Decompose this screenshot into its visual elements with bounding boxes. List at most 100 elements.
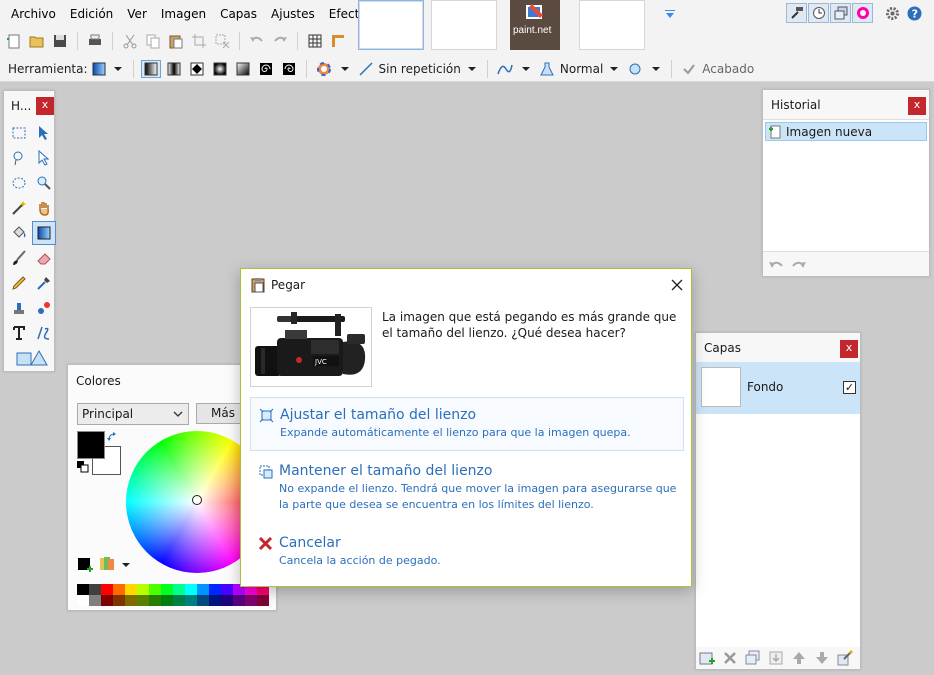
finish-label[interactable]: Acabado	[702, 62, 754, 76]
palette-swatch[interactable]	[125, 584, 137, 595]
palette-menu-icon[interactable]	[99, 556, 115, 572]
palette-swatch[interactable]	[197, 584, 209, 595]
recolor-icon[interactable]	[32, 296, 56, 320]
palette-swatch[interactable]	[173, 584, 185, 595]
magic-wand-icon[interactable]	[7, 196, 31, 220]
move-selected-icon[interactable]	[32, 121, 56, 145]
blend-mode-caret[interactable]	[610, 67, 619, 71]
save-icon[interactable]	[50, 31, 70, 51]
primary-color-swatch[interactable]	[77, 431, 105, 459]
reflected-gradient-icon[interactable]	[164, 60, 184, 78]
menu-capas[interactable]: Capas	[213, 4, 264, 26]
gradient-tool-icon[interactable]	[32, 221, 56, 245]
history-window-icon[interactable]	[808, 3, 829, 23]
history-close-button[interactable]: x	[908, 97, 926, 115]
palette-swatch[interactable]	[113, 584, 125, 595]
palette-swatch[interactable]	[137, 595, 149, 606]
linear-gradient-icon[interactable]	[140, 60, 161, 78]
rectangle-select-icon[interactable]	[7, 121, 31, 145]
antialias-icon[interactable]	[495, 59, 515, 79]
palette-swatch[interactable]	[221, 584, 233, 595]
text-tool-icon[interactable]	[7, 321, 31, 345]
image-tab-2[interactable]	[431, 0, 497, 50]
menu-ver[interactable]: Ver	[120, 4, 154, 26]
blend-mode-label[interactable]: Normal	[560, 62, 603, 76]
redo-icon[interactable]	[270, 31, 290, 51]
eraser-icon[interactable]	[32, 246, 56, 270]
palette-swatch[interactable]	[149, 595, 161, 606]
paintbrush-icon[interactable]	[7, 246, 31, 270]
palette-swatch[interactable]	[245, 595, 257, 606]
palette-swatch[interactable]	[101, 595, 113, 606]
diamond-gradient-icon[interactable]	[187, 60, 207, 78]
color-picker-icon[interactable]	[32, 271, 56, 295]
spiral-ccw-gradient-icon[interactable]	[279, 60, 299, 78]
cancel-option[interactable]: Cancelar Cancela la acción de pegado.	[250, 526, 684, 578]
crop-icon[interactable]	[189, 31, 209, 51]
move-layer-down-icon[interactable]	[814, 650, 830, 666]
add-color-icon[interactable]	[77, 557, 93, 573]
palette-swatch[interactable]	[89, 584, 101, 595]
tools-window-icon[interactable]	[786, 3, 807, 23]
tool-dropdown-caret[interactable]	[113, 67, 122, 71]
shapes-icon[interactable]	[7, 346, 56, 370]
layer-properties-icon[interactable]	[837, 650, 853, 666]
tools-close-button[interactable]: x	[36, 97, 54, 115]
palette-swatch[interactable]	[209, 595, 221, 606]
zoom-icon[interactable]	[32, 171, 56, 195]
palette-swatch[interactable]	[77, 595, 89, 606]
rulers-icon[interactable]	[328, 31, 348, 51]
palette-swatch[interactable]	[149, 584, 161, 595]
image-tab-current[interactable]	[358, 0, 424, 50]
image-tab-3[interactable]	[579, 0, 645, 50]
palette-swatch[interactable]	[221, 595, 233, 606]
spiral-cw-gradient-icon[interactable]	[256, 60, 276, 78]
palette-swatch[interactable]	[185, 584, 197, 595]
history-undo-icon[interactable]	[768, 258, 784, 272]
pan-hand-icon[interactable]	[32, 196, 56, 220]
palette-swatch[interactable]	[77, 584, 89, 595]
move-layer-up-icon[interactable]	[791, 650, 807, 666]
palette-swatch[interactable]	[101, 584, 113, 595]
expand-canvas-option[interactable]: Ajustar el tamaño del lienzo Expande aut…	[250, 397, 684, 451]
delete-layer-icon[interactable]	[722, 650, 738, 666]
print-icon[interactable]	[85, 31, 105, 51]
repeat-mode-label[interactable]: Sin repetición	[379, 62, 461, 76]
keep-canvas-option[interactable]: Mantener el tamaño del lienzo No expande…	[250, 454, 684, 522]
undo-icon[interactable]	[247, 31, 267, 51]
palette-swatch[interactable]	[209, 584, 221, 595]
menu-ajustes[interactable]: Ajustes	[264, 4, 322, 26]
cut-icon[interactable]	[120, 31, 140, 51]
history-item[interactable]: Imagen nueva	[765, 122, 927, 141]
duplicate-layer-icon[interactable]	[745, 650, 761, 666]
tabs-dropdown-icon[interactable]	[665, 10, 675, 18]
color-mode-caret[interactable]	[340, 67, 349, 71]
conical-gradient-icon[interactable]	[233, 60, 253, 78]
add-layer-icon[interactable]	[699, 650, 715, 666]
color-wheel-knob[interactable]	[192, 495, 202, 505]
history-redo-icon[interactable]	[791, 258, 807, 272]
line-curve-icon[interactable]	[32, 321, 56, 345]
gradient-tool-icon[interactable]	[91, 59, 107, 79]
open-icon[interactable]	[27, 31, 47, 51]
layers-close-button[interactable]: x	[840, 340, 858, 358]
palette-swatch[interactable]	[233, 595, 245, 606]
copy-icon[interactable]	[143, 31, 163, 51]
layer-visibility-checkbox[interactable]: ✓	[843, 381, 856, 394]
palette-swatch[interactable]	[113, 595, 125, 606]
palette-swatch[interactable]	[137, 584, 149, 595]
menu-imagen[interactable]: Imagen	[154, 4, 213, 26]
deselect-icon[interactable]	[212, 31, 232, 51]
palette-swatch[interactable]	[161, 584, 173, 595]
radial-gradient-icon[interactable]	[210, 60, 230, 78]
new-image-icon[interactable]	[4, 31, 24, 51]
menu-archivo[interactable]: Archivo	[4, 4, 63, 26]
palette-menu-caret[interactable]	[122, 563, 130, 567]
menu-edicion[interactable]: Edición	[63, 4, 120, 26]
palette-swatch[interactable]	[197, 595, 209, 606]
finish-check-icon[interactable]	[679, 59, 699, 79]
palette-swatch[interactable]	[161, 595, 173, 606]
palette-swatch[interactable]	[89, 595, 101, 606]
paint-bucket-icon[interactable]	[7, 221, 31, 245]
color-mode-icon[interactable]	[314, 59, 334, 79]
